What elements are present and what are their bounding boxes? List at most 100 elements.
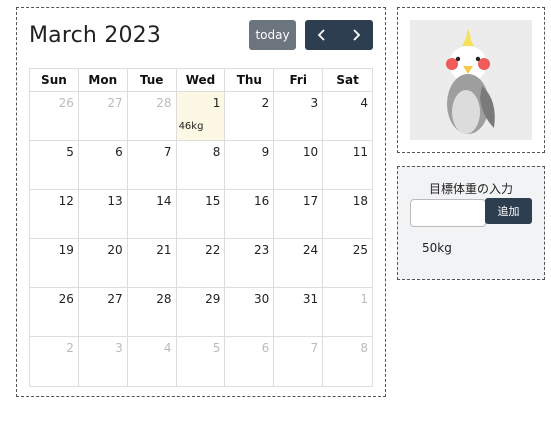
day-number: 2: [66, 341, 74, 355]
day-number: 1: [212, 96, 221, 110]
weekday-sat: Sat: [323, 69, 372, 92]
today-button[interactable]: today: [249, 20, 296, 50]
day-number: 8: [360, 341, 368, 355]
calendar-day[interactable]: 26: [30, 92, 79, 141]
calendar-day[interactable]: 8: [176, 141, 226, 190]
day-number: 12: [58, 194, 74, 208]
calendar-day[interactable]: 19: [30, 239, 79, 288]
calendar-day[interactable]: 10: [274, 141, 324, 190]
calendar-day[interactable]: 25: [323, 239, 372, 288]
calendar-day[interactable]: 5: [177, 337, 226, 386]
day-number: 6: [261, 341, 270, 355]
weekday-mon: Mon: [78, 69, 128, 92]
chevron-left-icon: [317, 29, 325, 41]
day-number: 29: [205, 292, 221, 306]
calendar-day[interactable]: 29: [176, 288, 226, 337]
calendar-day[interactable]: 11: [323, 141, 372, 190]
day-number: 8: [212, 145, 221, 159]
calendar-day[interactable]: 23: [225, 239, 275, 288]
day-number: 27: [107, 292, 123, 306]
calendar-day[interactable]: 18: [323, 190, 372, 239]
target-weight-label: 目標体重の入力: [428, 182, 513, 196]
day-number: 18: [352, 194, 368, 208]
weekday-header: Sun Mon Tue Wed Thu Fri Sat: [30, 69, 372, 92]
calendar-day[interactable]: 21: [127, 239, 177, 288]
calendar-day[interactable]: 14: [127, 190, 177, 239]
add-weight-button[interactable]: 追加: [485, 198, 532, 224]
day-number: 25: [352, 243, 368, 257]
day-number: 15: [205, 194, 221, 208]
calendar-day[interactable]: 30: [225, 288, 275, 337]
target-weight-panel: 目標体重の入力 追加 50kg: [397, 166, 545, 280]
day-number: 30: [254, 292, 270, 306]
day-number: 26: [58, 292, 74, 306]
day-number: 28: [156, 96, 172, 110]
day-number: 17: [302, 194, 319, 208]
day-number: 2: [261, 96, 270, 110]
next-month-button[interactable]: [339, 20, 373, 50]
calendar-day[interactable]: 17: [274, 190, 324, 239]
calendar-day[interactable]: 16: [225, 190, 275, 239]
calendar-day[interactable]: 22: [176, 239, 226, 288]
calendar-day[interactable]: 2: [225, 92, 275, 141]
calendar-day[interactable]: 7: [274, 337, 324, 386]
calendar-day[interactable]: 28: [127, 92, 177, 141]
calendar-title: March 2023: [29, 23, 162, 48]
day-number: 4: [163, 341, 172, 355]
day-number: 26: [58, 96, 74, 110]
day-number: 7: [310, 341, 319, 355]
calendar-day[interactable]: 3: [79, 337, 128, 386]
bird-panel: [397, 7, 545, 153]
calendar-day[interactable]: 27: [78, 288, 128, 337]
calendar-day[interactable]: 27: [78, 92, 128, 141]
calendar-panel: March 2023 today Sun Mon Tue Wed Thu Fri…: [16, 7, 386, 397]
day-number: 1: [360, 292, 368, 306]
day-number: 27: [107, 96, 123, 110]
weekday-tue: Tue: [127, 69, 177, 92]
day-number: 14: [156, 194, 172, 208]
day-number: 16: [254, 194, 270, 208]
calendar-day-today[interactable]: 1 46kg: [176, 92, 226, 141]
day-number: 19: [58, 243, 74, 257]
calendar-day[interactable]: 4: [128, 337, 177, 386]
weekday-fri: Fri: [274, 69, 324, 92]
weekday-sun: Sun: [30, 69, 79, 92]
day-number: 5: [66, 145, 74, 159]
prev-month-button[interactable]: [305, 20, 339, 50]
calendar-day[interactable]: 12: [30, 190, 79, 239]
month-nav: [305, 20, 373, 50]
calendar-day[interactable]: 24: [274, 239, 324, 288]
calendar-day[interactable]: 6: [225, 337, 275, 386]
day-number: 10: [302, 145, 319, 159]
day-number: 5: [212, 341, 221, 355]
calendar-day[interactable]: 9: [225, 141, 275, 190]
calendar-day[interactable]: 26: [30, 288, 79, 337]
day-number: 13: [107, 194, 123, 208]
calendar-grid: Sun Mon Tue Wed Thu Fri Sat 26 27 28 1 46kg 2…: [29, 68, 373, 387]
current-target-weight: 50kg: [422, 241, 452, 255]
weight-event[interactable]: 46kg: [179, 121, 204, 132]
calendar-day[interactable]: 8: [323, 337, 372, 386]
day-number: 22: [205, 243, 221, 257]
calendar-day[interactable]: 2: [30, 337, 79, 386]
day-number: 28: [156, 292, 172, 306]
chevron-right-icon: [353, 29, 361, 41]
calendar-day[interactable]: 1: [323, 288, 372, 337]
calendar-days: 26 27 28 1 46kg 2 3 4 5 6 7 8 9 10 11 12 13 14 15 16 17 18 19 2…: [30, 92, 372, 386]
calendar-day[interactable]: 20: [78, 239, 128, 288]
calendar-day[interactable]: 7: [127, 141, 177, 190]
target-weight-input[interactable]: [410, 199, 486, 227]
calendar-day[interactable]: 4: [323, 92, 372, 141]
day-number: 11: [352, 145, 368, 159]
calendar-day[interactable]: 31: [274, 288, 324, 337]
day-number: 7: [163, 145, 172, 159]
calendar-day[interactable]: 13: [78, 190, 128, 239]
calendar-day[interactable]: 5: [30, 141, 79, 190]
calendar-day[interactable]: 28: [127, 288, 177, 337]
day-number: 3: [115, 341, 123, 355]
day-number: 21: [156, 243, 172, 257]
calendar-day[interactable]: 3: [274, 92, 324, 141]
calendar-day[interactable]: 15: [176, 190, 226, 239]
calendar-day[interactable]: 6: [78, 141, 128, 190]
day-number: 24: [302, 243, 319, 257]
